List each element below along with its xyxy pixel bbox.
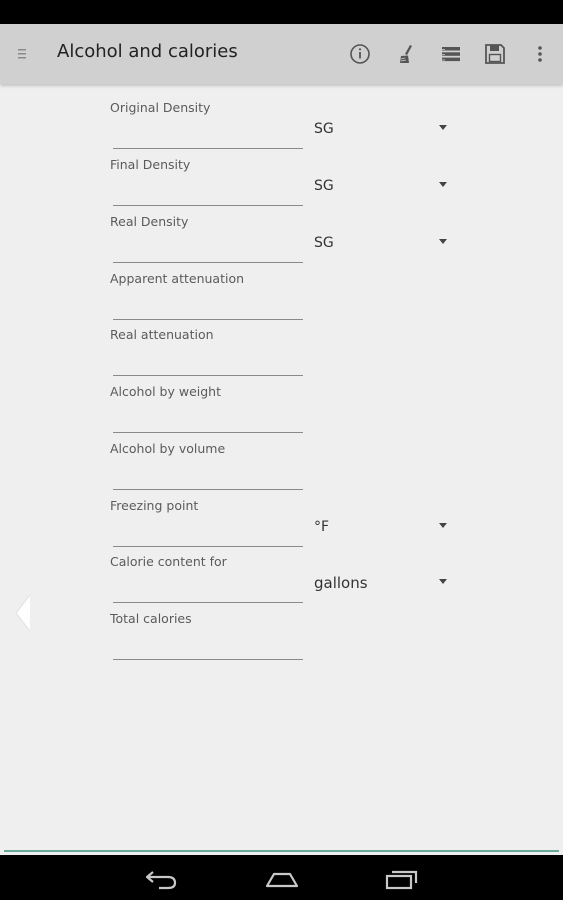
overflow-menu-icon[interactable] bbox=[526, 40, 554, 68]
unit-value: SG bbox=[314, 235, 334, 251]
field-original-density: Original Density SG bbox=[110, 100, 450, 157]
drawer-handle-icon[interactable] bbox=[12, 592, 34, 634]
field-alcohol-by-weight: Alcohol by weight bbox=[110, 384, 450, 441]
page-title: Alcohol and calories bbox=[57, 41, 238, 62]
unit-value: SG bbox=[314, 178, 334, 194]
field-total-calories: Total calories bbox=[110, 611, 450, 668]
field-alcohol-by-volume: Alcohol by volume bbox=[110, 441, 450, 498]
home-icon[interactable] bbox=[262, 863, 302, 893]
field-freezing-point: Freezing point °F bbox=[110, 498, 450, 555]
bottom-divider bbox=[4, 850, 559, 852]
unit-value: gallons bbox=[314, 574, 368, 592]
dropdown-arrow-icon bbox=[439, 579, 447, 584]
back-icon[interactable] bbox=[141, 863, 181, 893]
field-label: Original Density bbox=[110, 100, 211, 115]
action-bar: Alcohol and calories bbox=[0, 24, 563, 84]
freezing-point-input[interactable] bbox=[113, 524, 303, 547]
recent-apps-icon[interactable] bbox=[382, 863, 422, 893]
dropdown-arrow-icon bbox=[439, 523, 447, 528]
original-density-unit-select[interactable]: SG bbox=[314, 116, 450, 142]
field-label: Total calories bbox=[110, 611, 192, 626]
field-label: Alcohol by weight bbox=[110, 384, 222, 399]
total-calories-input[interactable] bbox=[113, 637, 303, 660]
field-label: Alcohol by volume bbox=[110, 441, 226, 456]
calorie-content-unit-select[interactable]: gallons bbox=[314, 570, 450, 596]
clear-icon[interactable] bbox=[392, 40, 420, 68]
app-screen: Alcohol and calories Original Density SG… bbox=[0, 0, 563, 900]
dropdown-arrow-icon bbox=[439, 182, 447, 187]
save-icon[interactable] bbox=[481, 40, 509, 68]
field-calorie-content: Calorie content for gallons bbox=[110, 554, 450, 611]
field-final-density: Final Density SG bbox=[110, 157, 450, 214]
final-density-unit-select[interactable]: SG bbox=[314, 173, 450, 199]
alcohol-by-weight-input[interactable] bbox=[113, 410, 303, 433]
field-label: Calorie content for bbox=[110, 554, 227, 569]
field-label: Final Density bbox=[110, 157, 191, 172]
field-label: Apparent attenuation bbox=[110, 271, 245, 286]
field-label: Freezing point bbox=[110, 498, 199, 513]
dropdown-arrow-icon bbox=[439, 125, 447, 130]
calculator-form: Original Density SG Final Density SG Rea… bbox=[0, 84, 563, 855]
original-density-input[interactable] bbox=[113, 126, 303, 149]
freezing-point-unit-select[interactable]: °F bbox=[314, 514, 450, 540]
alcohol-by-volume-input[interactable] bbox=[113, 467, 303, 490]
drawer-icon[interactable] bbox=[12, 43, 32, 65]
field-real-density: Real Density SG bbox=[110, 214, 450, 271]
apparent-attenuation-input[interactable] bbox=[113, 297, 303, 320]
navigation-bar bbox=[0, 855, 563, 900]
field-real-attenuation: Real attenuation bbox=[110, 327, 450, 384]
unit-value: °F bbox=[314, 519, 330, 535]
status-bar bbox=[0, 0, 563, 24]
real-density-unit-select[interactable]: SG bbox=[314, 230, 450, 256]
real-density-input[interactable] bbox=[113, 240, 303, 263]
field-label: Real attenuation bbox=[110, 327, 214, 342]
field-label: Real Density bbox=[110, 214, 189, 229]
calorie-content-input[interactable] bbox=[113, 580, 303, 603]
field-apparent-attenuation: Apparent attenuation bbox=[110, 271, 450, 328]
real-attenuation-input[interactable] bbox=[113, 353, 303, 376]
unit-value: SG bbox=[314, 121, 334, 137]
dropdown-arrow-icon bbox=[439, 239, 447, 244]
final-density-input[interactable] bbox=[113, 183, 303, 206]
info-icon[interactable] bbox=[346, 40, 374, 68]
list-icon[interactable] bbox=[437, 40, 465, 68]
